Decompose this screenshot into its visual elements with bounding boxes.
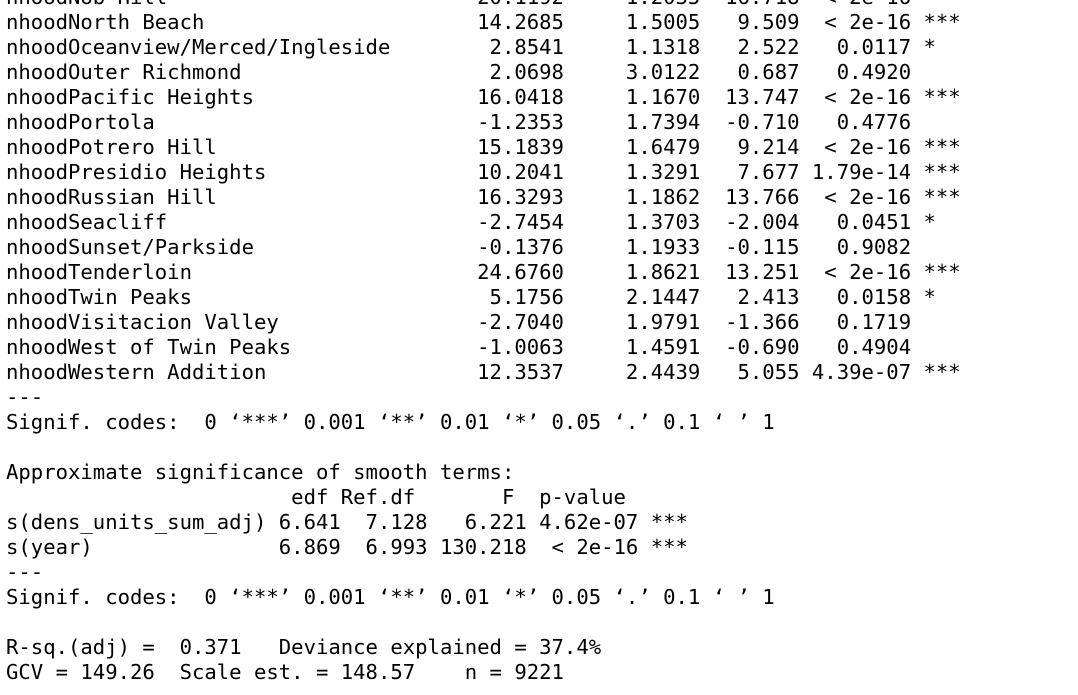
console-line: GCV = 149.26 Scale est. = 148.57 n = 922… [6,660,564,684]
r-console-output[interactable]: nhoodNob Hill 20.1192 1.2035 16.718 < 2e… [0,0,1078,695]
console-text: nhoodNob Hill 20.1192 1.2035 16.718 < 2e… [6,0,961,685]
console-line: nhoodSunset/Parkside -0.1376 1.1933 -0.1… [6,235,912,259]
console-line: --- [6,560,44,584]
console-line: nhoodTenderloin 24.6760 1.8621 13.251 < … [6,260,961,284]
console-line: s(year) 6.869 6.993 130.218 < 2e-16 *** [6,535,688,559]
console-line: nhoodNob Hill 20.1192 1.2035 16.718 < 2e… [6,0,961,10]
console-line: nhoodWest of Twin Peaks -1.0063 1.4591 -… [6,335,912,359]
console-line: nhoodOceanview/Merced/Ingleside 2.8541 1… [6,35,936,59]
console-line: nhoodPortola -1.2353 1.7394 -0.710 0.477… [6,110,912,134]
console-line: nhoodRussian Hill 16.3293 1.1862 13.766 … [6,185,961,209]
console-line: nhoodPresidio Heights 10.2041 1.3291 7.6… [6,160,961,184]
console-line: edf Ref.df F p-value [6,485,626,509]
console-line: --- [6,385,44,409]
console-line: R-sq.(adj) = 0.371 Deviance explained = … [6,635,602,659]
console-line: nhoodVisitacion Valley -2.7040 1.9791 -1… [6,310,912,334]
console-line: s(dens_units_sum_adj) 6.641 7.128 6.221 … [6,510,688,534]
console-line: nhoodWestern Addition 12.3537 2.4439 5.0… [6,360,961,384]
console-line: Signif. codes: 0 ‘***’ 0.001 ‘**’ 0.01 ‘… [6,410,775,434]
console-line: nhoodPotrero Hill 15.1839 1.6479 9.214 <… [6,135,961,159]
console-line: Signif. codes: 0 ‘***’ 0.001 ‘**’ 0.01 ‘… [6,585,775,609]
console-line: nhoodTwin Peaks 5.1756 2.1447 2.413 0.01… [6,285,936,309]
console-line: Approximate significance of smooth terms… [6,460,515,484]
console-line: nhoodPacific Heights 16.0418 1.1670 13.7… [6,85,961,109]
console-line: nhoodOuter Richmond 2.0698 3.0122 0.687 … [6,60,912,84]
console-line: nhoodNorth Beach 14.2685 1.5005 9.509 < … [6,10,961,34]
console-line: nhoodSeacliff -2.7454 1.3703 -2.004 0.04… [6,210,936,234]
